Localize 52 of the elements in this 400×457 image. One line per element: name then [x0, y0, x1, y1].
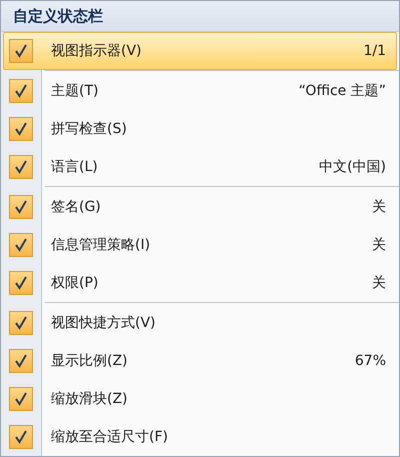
item-value: 关 [372, 198, 386, 216]
item-label: 主题(T) [51, 82, 100, 100]
checkbox[interactable] [9, 117, 33, 141]
item-value: 关 [372, 236, 386, 254]
check-icon [14, 159, 28, 175]
check-icon [14, 43, 28, 59]
menu-item[interactable]: 视图快捷方式(V) [3, 304, 397, 342]
item-label: 缩放至合适尺寸(F) [51, 428, 169, 446]
menu-item[interactable]: 视图指示器(V) 1/1 [3, 32, 397, 70]
item-label: 权限(P) [51, 274, 100, 292]
checkbox[interactable] [9, 349, 33, 373]
checkbox[interactable] [9, 233, 33, 257]
menu-item[interactable]: 缩放至合适尺寸(F) [3, 418, 397, 456]
check-icon [14, 275, 28, 291]
check-icon [14, 199, 28, 215]
menu-item[interactable]: 显示比例(Z) 67% [3, 342, 397, 380]
item-label: 拼写检查(S) [51, 120, 128, 138]
item-value: 1/1 [363, 43, 386, 59]
check-icon [14, 353, 28, 369]
checkbox[interactable] [9, 195, 33, 219]
menu-item[interactable]: 签名(G) 关 [3, 188, 397, 226]
item-label: 显示比例(Z) [51, 352, 129, 370]
menu-item[interactable]: 主题(T) “Office 主题” [3, 72, 397, 110]
checkbox[interactable] [9, 79, 33, 103]
menu-item[interactable]: 语言(L) 中文(中国) [3, 148, 397, 186]
menu-title: 自定义状态栏 [1, 1, 399, 32]
item-value: 67% [354, 353, 386, 369]
check-icon [14, 315, 28, 331]
menu-item[interactable]: 缩放滑块(Z) [3, 380, 397, 418]
checkbox[interactable] [9, 271, 33, 295]
item-label: 语言(L) [51, 158, 99, 176]
item-label: 信息管理策略(I) [51, 236, 152, 254]
item-label: 视图快捷方式(V) [51, 314, 157, 332]
checkbox[interactable] [9, 387, 33, 411]
menu-item[interactable]: 信息管理策略(I) 关 [3, 226, 397, 264]
item-label: 签名(G) [51, 198, 102, 216]
menu-item[interactable]: 权限(P) 关 [3, 264, 397, 302]
check-icon [14, 391, 28, 407]
checkbox[interactable] [9, 311, 33, 335]
item-value: “Office 主题” [298, 82, 386, 100]
menu-item[interactable]: 拼写检查(S) [3, 110, 397, 148]
check-icon [14, 237, 28, 253]
checkbox[interactable] [9, 155, 33, 179]
item-label: 视图指示器(V) [51, 42, 143, 60]
check-icon [14, 429, 28, 445]
check-icon [14, 83, 28, 99]
item-value: 中文(中国) [319, 158, 386, 176]
check-icon [14, 121, 28, 137]
checkbox[interactable] [9, 39, 33, 63]
item-label: 缩放滑块(Z) [51, 390, 129, 408]
item-value: 关 [372, 274, 386, 292]
checkbox[interactable] [9, 425, 33, 449]
